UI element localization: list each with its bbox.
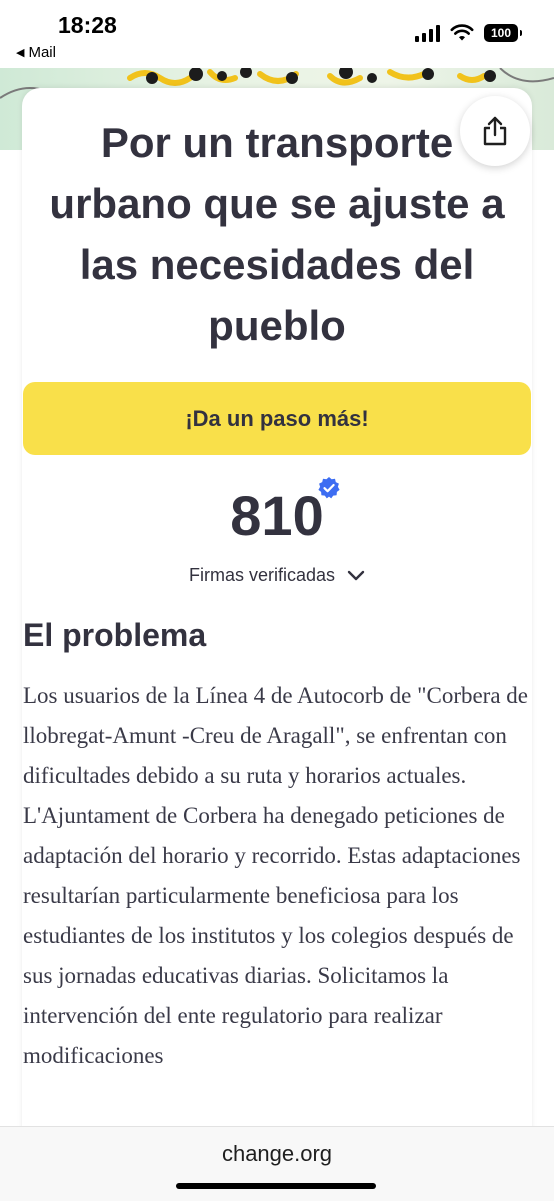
clock: 18:28 [58, 12, 117, 38]
signature-count: 810 [230, 484, 324, 547]
status-bar: 18:28 ◀ Mail 100 [0, 0, 554, 68]
back-label: Mail [28, 44, 56, 61]
verified-signatures-toggle[interactable]: Firmas verificadas [0, 565, 554, 586]
browser-address-bar[interactable]: change.org [0, 1126, 554, 1201]
status-icons: 100 [415, 24, 522, 42]
section-title: El problema [23, 617, 207, 653]
share-button[interactable] [460, 96, 530, 166]
battery-icon: 100 [484, 24, 522, 42]
url-label[interactable]: change.org [0, 1141, 554, 1167]
petition-description: Los usuarios de la Línea 4 de Autocorb d… [23, 683, 529, 1068]
share-icon [483, 116, 507, 146]
petition-title: Por un transporte urbano que se ajuste a… [49, 119, 505, 349]
back-arrow-icon: ◀ [16, 47, 25, 59]
cellular-signal-icon [415, 24, 440, 42]
verified-badge-icon [318, 477, 340, 499]
wifi-icon [450, 24, 474, 41]
chevron-down-icon [347, 570, 365, 580]
verified-signatures-label: Firmas verificadas [188, 565, 336, 585]
home-indicator[interactable] [176, 1183, 376, 1189]
back-to-mail-link[interactable]: ◀ Mail [16, 44, 56, 61]
take-action-button[interactable]: ¡Da un paso más! [23, 382, 531, 455]
